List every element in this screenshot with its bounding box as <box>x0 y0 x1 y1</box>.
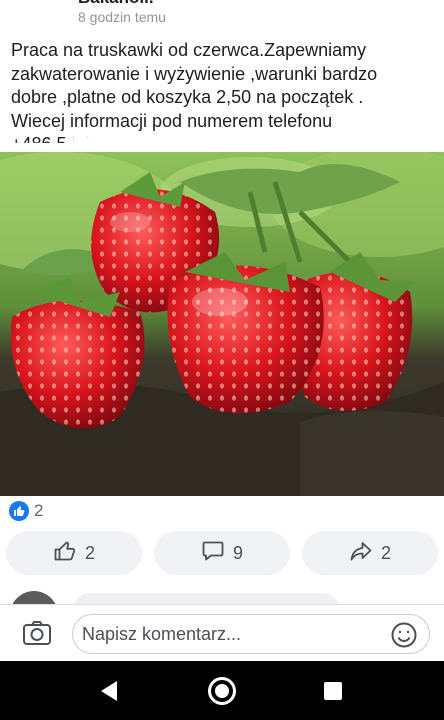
post-text-line: zakwaterowanie i wyżywienie ,warunki bar… <box>11 63 378 84</box>
like-button[interactable]: 2 <box>6 531 142 575</box>
home-circle-icon[interactable] <box>208 677 236 705</box>
post-text-line: Wiecej informacji pod numerem telefonu <box>11 110 333 131</box>
speech-bubble-icon <box>201 539 225 568</box>
comment-composer <box>0 604 444 662</box>
back-triangle-icon[interactable] <box>99 680 119 707</box>
redaction-blur <box>189 134 389 143</box>
thumbs-up-outline-icon <box>53 539 77 568</box>
redaction-blur <box>69 134 129 143</box>
post-photo-strawberries[interactable] <box>0 152 444 496</box>
like-count: 2 <box>84 542 95 563</box>
post-header: Bakaholl. 8 godzin temu <box>0 0 444 34</box>
post-text-line: Praca na truskawki od czerwca.Zapewniamy <box>11 40 367 60</box>
share-count: 2 <box>380 542 391 563</box>
reaction-count: 2 <box>34 501 44 520</box>
author-name[interactable]: Bakaholl. <box>78 0 154 8</box>
thumbs-up-icon <box>9 501 29 521</box>
camera-icon[interactable] <box>22 620 52 646</box>
share-button[interactable]: 2 <box>302 531 438 575</box>
reactions-summary[interactable]: 2 <box>9 500 43 522</box>
share-arrow-icon <box>349 539 373 568</box>
recents-square-icon[interactable] <box>324 682 342 700</box>
strawberry-photo <box>0 152 444 496</box>
comment-input[interactable] <box>72 614 430 654</box>
post-text-line: dobre ,platne od koszyka 2,50 na począte… <box>11 87 364 107</box>
post-text: Praca na truskawki od czerwca.Zapewniamy… <box>11 39 437 143</box>
post-timestamp[interactable]: 8 godzin temu <box>78 9 166 25</box>
comment-button[interactable]: 9 <box>154 531 290 575</box>
smiley-icon[interactable] <box>391 622 417 648</box>
system-navigation-bar <box>0 661 444 720</box>
comment-count: 9 <box>232 542 243 563</box>
